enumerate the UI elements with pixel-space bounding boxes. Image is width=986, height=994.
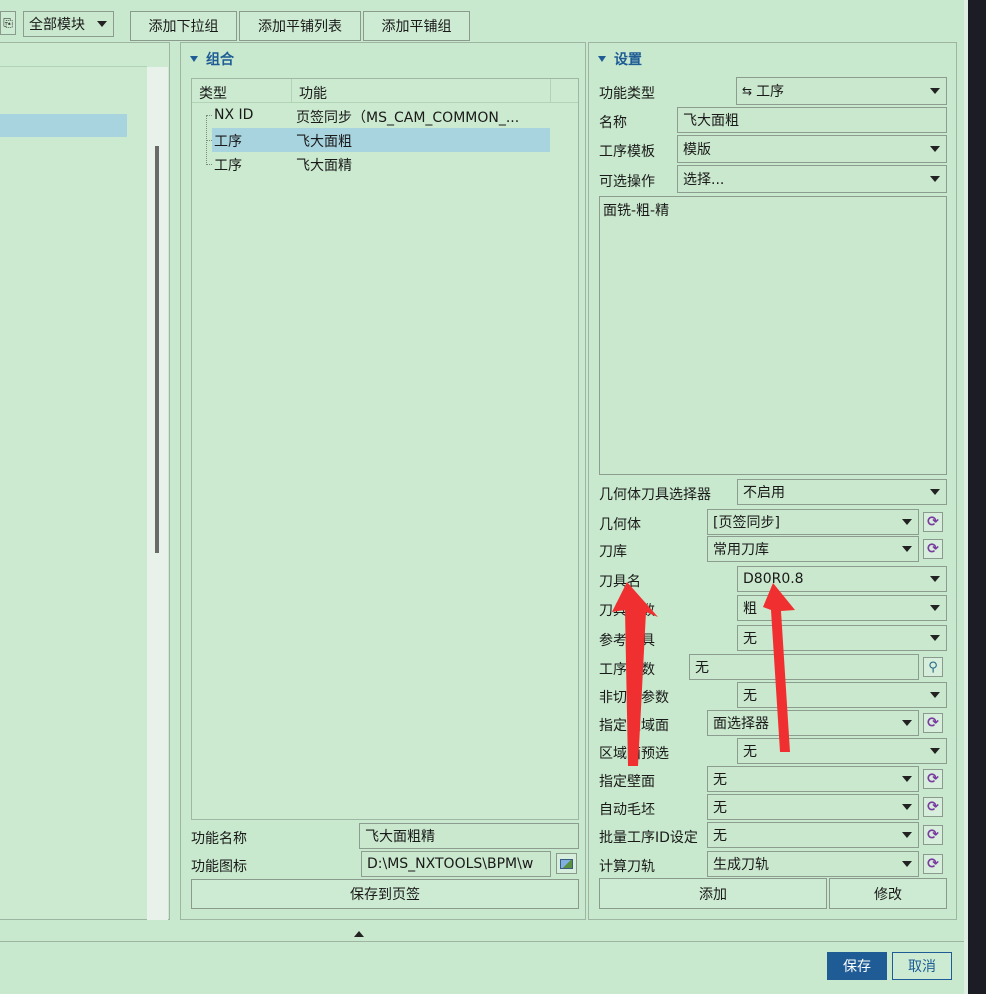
save-button[interactable]: 保存: [827, 952, 887, 980]
annotation-arrows: [612, 582, 795, 766]
red-arrow-2: [763, 583, 795, 752]
footer-divider: [0, 941, 964, 942]
collapse-up-icon[interactable]: [354, 931, 364, 937]
cancel-button[interactable]: 取消: [892, 952, 952, 980]
red-arrow-1: [612, 582, 658, 766]
